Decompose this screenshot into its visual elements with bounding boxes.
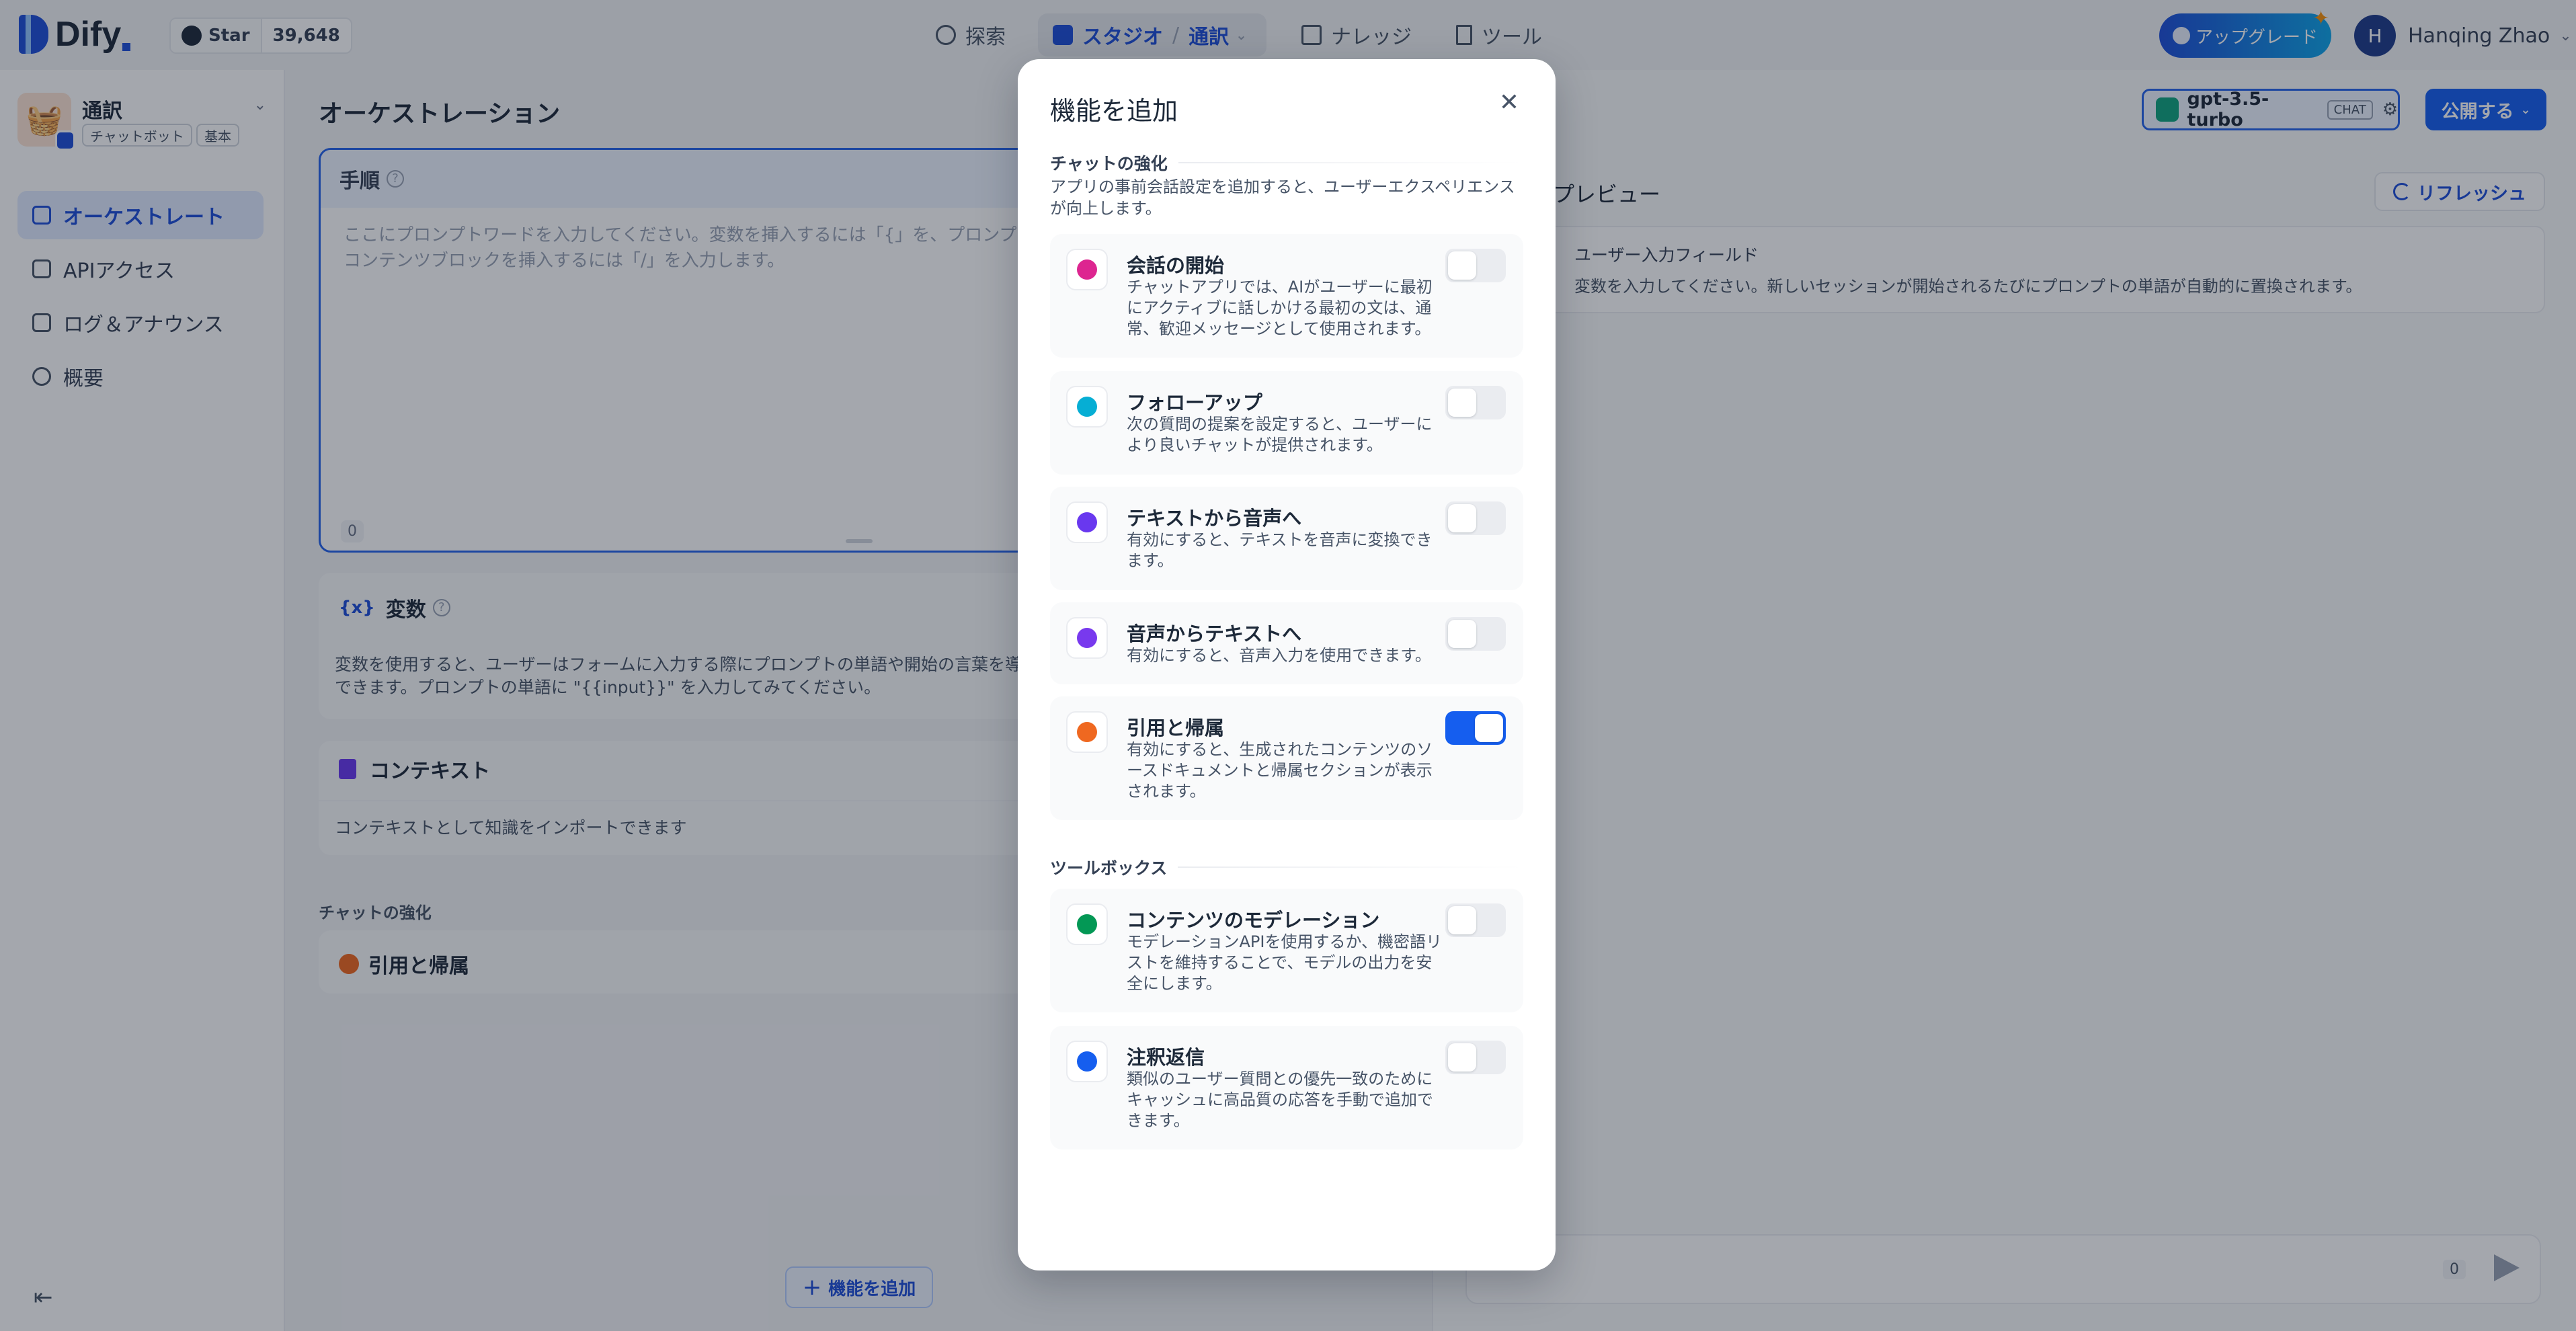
feature-title: 会話の開始 <box>1127 254 1225 277</box>
text-to-audio-icon <box>1066 501 1108 543</box>
toggle-knob <box>1448 251 1476 280</box>
section-description: アプリの事前会話設定を追加すると、ユーザーエクスペリエンスが向上します。 <box>1050 177 1515 218</box>
feature-citation: 引用と帰属 有効にすると、生成されたコンテンツのソースドキュメントと帰属セクショ… <box>1050 696 1523 820</box>
feature-toggle[interactable] <box>1445 501 1506 535</box>
toggle-knob <box>1475 714 1503 742</box>
feature-text-to-speech: テキストから音声へ 有効にすると、テキストを音声に変換できます。 <box>1050 487 1523 590</box>
feature-toggle[interactable] <box>1445 617 1506 651</box>
feature-toggle[interactable] <box>1445 249 1506 282</box>
feature-description: モデレーションAPIを使用するか、機密語リストを維持することで、モデルの出力を安… <box>1127 932 1443 993</box>
add-feature-modal: 機能を追加 ✕ チャットの強化 アプリの事前会話設定を追加すると、ユーザーエクス… <box>1018 59 1556 1270</box>
feature-title: テキストから音声へ <box>1127 507 1302 530</box>
feature-icon-dot <box>1077 722 1097 742</box>
message-heart-icon <box>1066 249 1108 290</box>
feature-description: 有効にすると、音声入力を使用できます。 <box>1127 646 1431 665</box>
quote-icon <box>1066 711 1108 753</box>
chat-suggestion-icon <box>1066 386 1108 428</box>
toggle-knob <box>1448 620 1476 648</box>
divider <box>1178 162 1523 163</box>
feature-follow-up: フォローアップ 次の質問の提案を設定すると、ユーザーにより良いチャットが提供され… <box>1050 371 1523 475</box>
feature-description: 有効にすると、テキストを音声に変換できます。 <box>1127 530 1433 570</box>
toggle-knob <box>1448 906 1476 934</box>
feature-title: フォローアップ <box>1127 391 1262 414</box>
feature-description: 次の質問の提案を設定すると、ユーザーにより良いチャットが提供されます。 <box>1127 415 1433 454</box>
toggle-knob <box>1448 1043 1476 1072</box>
toggle-knob <box>1448 389 1476 417</box>
modal-title: 機能を追加 <box>1050 96 1178 126</box>
feature-title: コンテンツのモデレーション <box>1127 909 1380 932</box>
feature-title: 音声からテキストへ <box>1127 622 1302 645</box>
feature-icon-dot <box>1077 259 1097 280</box>
feature-icon-dot <box>1077 512 1097 532</box>
feature-icon-dot <box>1077 397 1097 417</box>
feature-annotation-reply: 注釈返信 類似のユーザー質問との優先一致のためにキャッシュに高品質の応答を手動で… <box>1050 1026 1523 1150</box>
feature-description: チャットアプリでは、AIがユーザーに最初にアクティブに話しかける最初の文は、通常… <box>1127 278 1433 338</box>
section-chat-enhance: チャットの強化 <box>1050 151 1523 175</box>
divider <box>1178 866 1523 868</box>
feature-toggle[interactable] <box>1445 386 1506 419</box>
section-title: チャットの強化 <box>1050 154 1168 173</box>
microphone-icon <box>1066 617 1108 659</box>
feature-moderation: コンテンツのモデレーション モデレーションAPIを使用するか、機密語リストを維持… <box>1050 889 1523 1012</box>
feature-icon-dot <box>1077 628 1097 648</box>
feature-icon-dot <box>1077 1051 1097 1072</box>
feature-description: 有効にすると、生成されたコンテンツのソースドキュメントと帰属セクションが表示され… <box>1127 740 1433 801</box>
feature-conversation-opener: 会話の開始 チャットアプリでは、AIがユーザーに最初にアクティブに話しかける最初… <box>1050 234 1523 358</box>
feature-toggle[interactable] <box>1445 903 1506 937</box>
feature-title: 注釈返信 <box>1127 1046 1205 1069</box>
toggle-knob <box>1448 504 1476 532</box>
section-title: ツールボックス <box>1050 858 1168 878</box>
section-toolbox: ツールボックス <box>1050 855 1523 879</box>
feature-speech-to-text: 音声からテキストへ 有効にすると、音声入力を使用できます。 <box>1050 602 1523 684</box>
feature-toggle[interactable] <box>1445 1041 1506 1074</box>
feature-description: 類似のユーザー質問との優先一致のためにキャッシュに高品質の応答を手動で追加できま… <box>1127 1070 1433 1130</box>
feature-icon-dot <box>1077 914 1097 934</box>
feature-toggle[interactable] <box>1445 711 1506 745</box>
feature-title: 引用と帰属 <box>1127 717 1225 739</box>
file-search-icon <box>1066 903 1108 945</box>
message-fast-icon <box>1066 1041 1108 1082</box>
close-icon[interactable]: ✕ <box>1499 89 1519 116</box>
